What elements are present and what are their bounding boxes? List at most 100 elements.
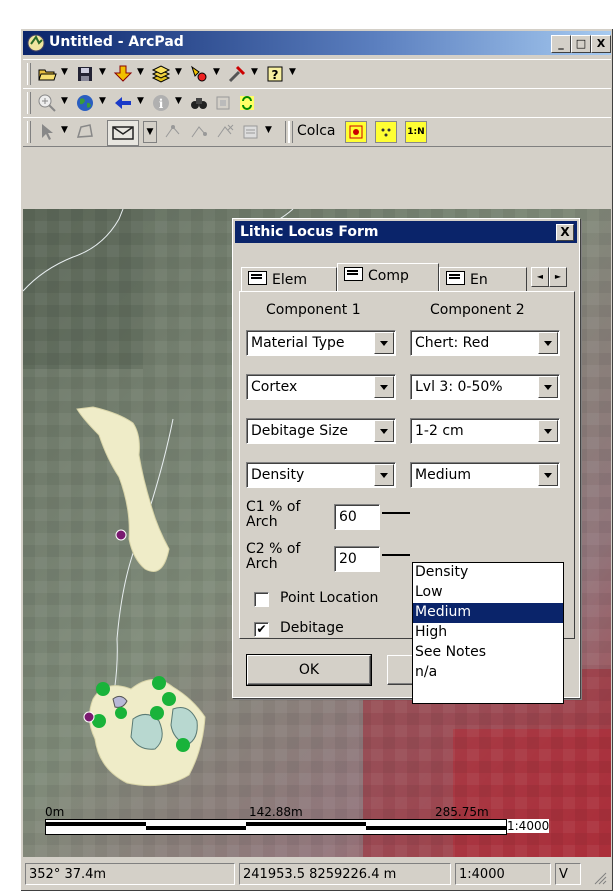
zoom-in-icon[interactable] (37, 93, 57, 113)
chevron-down-icon[interactable] (538, 420, 558, 442)
pointer-dropdown-arrow-icon[interactable]: ▼ (61, 125, 68, 135)
c1-cortex-select[interactable]: Cortex (246, 374, 396, 400)
maximize-button[interactable]: □ (571, 35, 591, 53)
svg-text:?: ? (272, 68, 279, 82)
dropdown-option-selected[interactable]: Medium (413, 603, 563, 623)
main-toolbar: ▼ ▼ ▼ ▼ ▼ ▼ ? ▼ (23, 59, 611, 89)
globe-icon[interactable] (75, 93, 95, 113)
c2-percent-spinner[interactable] (382, 554, 410, 556)
c1-density-value: Density (251, 467, 305, 483)
chevron-down-icon[interactable] (538, 376, 558, 398)
find-binoculars-icon[interactable] (189, 93, 209, 113)
chevron-down-icon[interactable] (374, 420, 394, 442)
c1-density-select[interactable]: Density (246, 462, 396, 488)
layers-dropdown-arrow-icon[interactable]: ▼ (175, 67, 182, 77)
identify-info-icon[interactable]: i (151, 93, 171, 113)
add-layer-dropdown-arrow-icon[interactable]: ▼ (137, 67, 144, 77)
ok-button[interactable]: OK (246, 654, 372, 686)
dialog-title-bar[interactable]: Lithic Locus Form X (235, 221, 577, 243)
close-button[interactable]: X (591, 35, 611, 53)
status-mode: V (555, 863, 581, 885)
add-vertex-icon[interactable] (163, 122, 183, 142)
toolbar-grip[interactable] (27, 92, 31, 114)
open-dropdown-arrow-icon[interactable]: ▼ (61, 67, 68, 77)
gps-dropdown-arrow-icon[interactable]: ▼ (213, 67, 220, 77)
open-folder-icon[interactable] (37, 64, 57, 84)
pointer-select-icon[interactable] (37, 122, 57, 142)
tab-scroll-left-button[interactable]: ◄ (531, 267, 549, 287)
tab-scroll-right-button[interactable]: ► (549, 267, 567, 287)
tab-elem-label: Elem (272, 272, 307, 288)
gps-icon[interactable] (189, 64, 209, 84)
tab-en[interactable]: En (439, 267, 527, 291)
dropdown-option[interactable]: High (413, 623, 563, 643)
tab-elem[interactable]: Elem (241, 267, 337, 291)
toolbar-grip[interactable] (27, 63, 31, 85)
chevron-down-icon[interactable] (374, 332, 394, 354)
c2-cortex-select[interactable]: Lvl 3: 0-50% (410, 374, 560, 400)
dropdown-option[interactable]: Density (413, 563, 563, 583)
back-dropdown-arrow-icon[interactable]: ▼ (137, 96, 144, 106)
identify-dropdown-arrow-icon[interactable]: ▼ (175, 96, 182, 106)
c2-debitage-size-select[interactable]: 1-2 cm (410, 418, 560, 444)
title-bar[interactable]: Untitled - ArcPad _ □ X (23, 31, 611, 55)
dropdown-option[interactable]: n/a (413, 663, 563, 683)
density-dropdown-list[interactable]: Density Low Medium High See Notes n/a (412, 562, 564, 704)
back-arrow-icon[interactable] (113, 93, 133, 113)
help-dropdown-arrow-icon[interactable]: ▼ (289, 67, 296, 77)
polygon-edit-icon[interactable] (75, 122, 95, 142)
c2-percent-input[interactable]: 20 (334, 546, 380, 572)
point-location-checkbox[interactable] (254, 592, 269, 607)
dialog-close-button[interactable]: X (556, 224, 574, 241)
c1-percent-spinner[interactable] (382, 512, 410, 514)
chevron-down-icon[interactable] (538, 332, 558, 354)
layers-icon[interactable] (151, 64, 171, 84)
toolbar-grip[interactable] (289, 121, 293, 143)
c2-material-type-value: Chert: Red (415, 335, 490, 351)
project-label-colca: Colca (297, 123, 336, 139)
arcpad-app-icon (27, 34, 45, 52)
delete-vertex-icon[interactable] (215, 122, 235, 142)
draw-polyline-button[interactable] (107, 120, 139, 146)
tools-dropdown-arrow-icon[interactable]: ▼ (251, 67, 258, 77)
browse-toolbar: ▼ ▼ ▼ i ▼ (23, 88, 611, 118)
add-layer-icon[interactable] (113, 64, 133, 84)
debitage-label: Debitage (280, 620, 344, 636)
chevron-down-icon[interactable] (538, 464, 558, 486)
c1-debitage-size-select[interactable]: Debitage Size (246, 418, 396, 444)
properties-dropdown-arrow-icon[interactable]: ▼ (265, 125, 272, 135)
feature-properties-icon[interactable] (241, 122, 261, 142)
status-scale[interactable]: 1:4000 (455, 863, 551, 885)
tools-icon[interactable] (227, 64, 247, 84)
tab-comp[interactable]: Comp (337, 263, 439, 291)
move-vertex-icon[interactable] (189, 122, 209, 142)
chevron-down-icon[interactable] (374, 464, 394, 486)
select-features-icon[interactable] (213, 93, 233, 113)
resize-grip-icon[interactable] (591, 869, 607, 885)
minimize-button[interactable]: _ (551, 35, 571, 53)
c2-material-type-select[interactable]: Chert: Red (410, 330, 560, 356)
c1-material-type-value: Material Type (251, 335, 345, 351)
save-disk-icon[interactable] (75, 64, 95, 84)
debitage-checkbox[interactable]: ✔ (254, 622, 269, 637)
tab-comp-label: Comp (368, 268, 409, 284)
chevron-down-icon[interactable] (374, 376, 394, 398)
scale-icon[interactable]: 1:N (405, 121, 427, 143)
c1-percent-input[interactable]: 60 (334, 504, 380, 530)
c1-material-type-select[interactable]: Material Type (246, 330, 396, 356)
dropdown-option[interactable]: Low (413, 583, 563, 603)
c2-density-select[interactable]: Medium (410, 462, 560, 488)
help-icon[interactable]: ? (265, 64, 285, 84)
draw-dropdown-arrow-icon[interactable]: ▼ (143, 121, 157, 143)
save-dropdown-arrow-icon[interactable]: ▼ (99, 67, 106, 77)
refresh-icon[interactable] (237, 93, 257, 113)
target-icon[interactable] (345, 121, 367, 143)
globe-dropdown-arrow-icon[interactable]: ▼ (99, 96, 106, 106)
status-bearing: 352° 37.4m (25, 863, 235, 885)
svg-text:i: i (159, 97, 164, 111)
center-point-icon[interactable] (375, 121, 397, 143)
toolbar-grip[interactable] (27, 121, 31, 143)
zoom-dropdown-arrow-icon[interactable]: ▼ (61, 96, 68, 106)
dropdown-option[interactable]: See Notes (413, 643, 563, 663)
lithic-locus-form-dialog: Lithic Locus Form X Elem Comp En ◄ ► Com… (232, 218, 580, 704)
